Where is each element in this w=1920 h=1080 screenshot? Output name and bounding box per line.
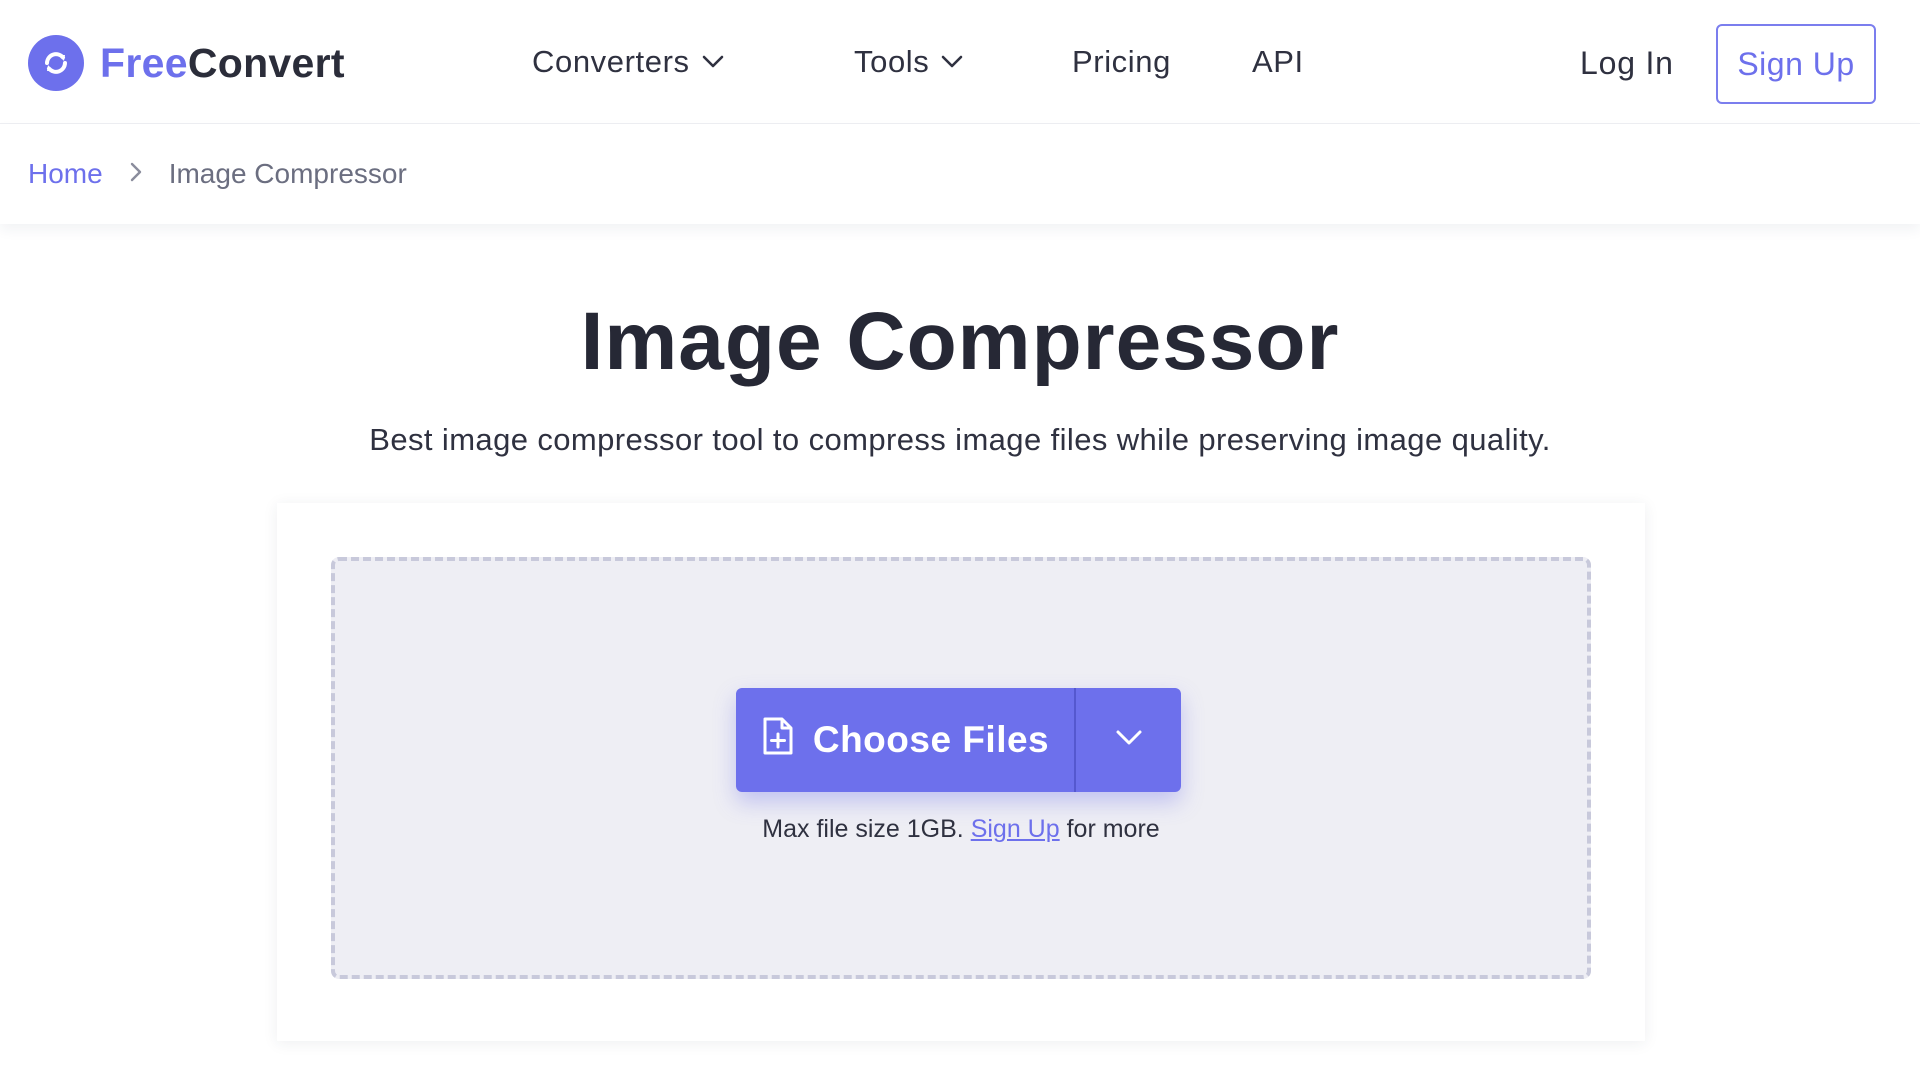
breadcrumb-current: Image Compressor	[168, 158, 407, 189]
page-subtitle: Best image compressor tool to compress i…	[369, 422, 1551, 457]
nav-tools[interactable]: Tools	[854, 38, 963, 86]
brand-name: FreeConvert	[100, 40, 345, 87]
refresh-cycle-icon	[28, 35, 84, 91]
upload-card: Choose Files Max file size 1GB. Sign Up …	[277, 503, 1645, 1041]
nav-api[interactable]: API	[1252, 38, 1304, 86]
signup-link[interactable]: Sign Up	[971, 815, 1060, 843]
nav-converters-label: Converters	[532, 44, 690, 79]
nav-pricing-label: Pricing	[1072, 44, 1171, 79]
choose-files-button[interactable]: Choose Files	[736, 688, 1074, 792]
breadcrumb: Home Image Compressor	[0, 124, 1920, 224]
chevron-down-icon	[702, 55, 724, 69]
brand-name-convert: Convert	[187, 39, 345, 86]
nav-api-label: API	[1252, 44, 1304, 79]
page-title: Image Compressor	[580, 296, 1340, 387]
nav-tools-label: Tools	[854, 44, 930, 79]
brand-name-free: Free	[100, 39, 188, 86]
login-link[interactable]: Log In	[1580, 38, 1674, 88]
choose-files-dropdown-button[interactable]	[1076, 688, 1181, 792]
signup-button[interactable]: Sign Up	[1716, 24, 1876, 104]
chevron-right-icon	[129, 158, 143, 190]
nav-converters[interactable]: Converters	[532, 38, 724, 86]
breadcrumb-home-link[interactable]: Home	[28, 158, 103, 190]
site-header: FreeConvert Converters Tools Pricing API…	[0, 0, 1920, 124]
choose-files-label: Choose Files	[812, 719, 1050, 760]
nav-pricing[interactable]: Pricing	[1072, 38, 1171, 86]
for-more-text: for more	[1066, 815, 1160, 843]
max-file-size-note: Max file size 1GB. Sign Up for more	[335, 815, 1587, 844]
file-add-icon	[761, 716, 795, 765]
max-file-size-text: Max file size 1GB.	[762, 815, 964, 843]
chevron-down-icon	[941, 55, 963, 69]
choose-files-group: Choose Files	[736, 688, 1181, 792]
brand-logo[interactable]: FreeConvert	[28, 34, 345, 92]
file-dropzone[interactable]: Choose Files Max file size 1GB. Sign Up …	[331, 557, 1591, 979]
chevron-down-icon	[1115, 729, 1143, 752]
